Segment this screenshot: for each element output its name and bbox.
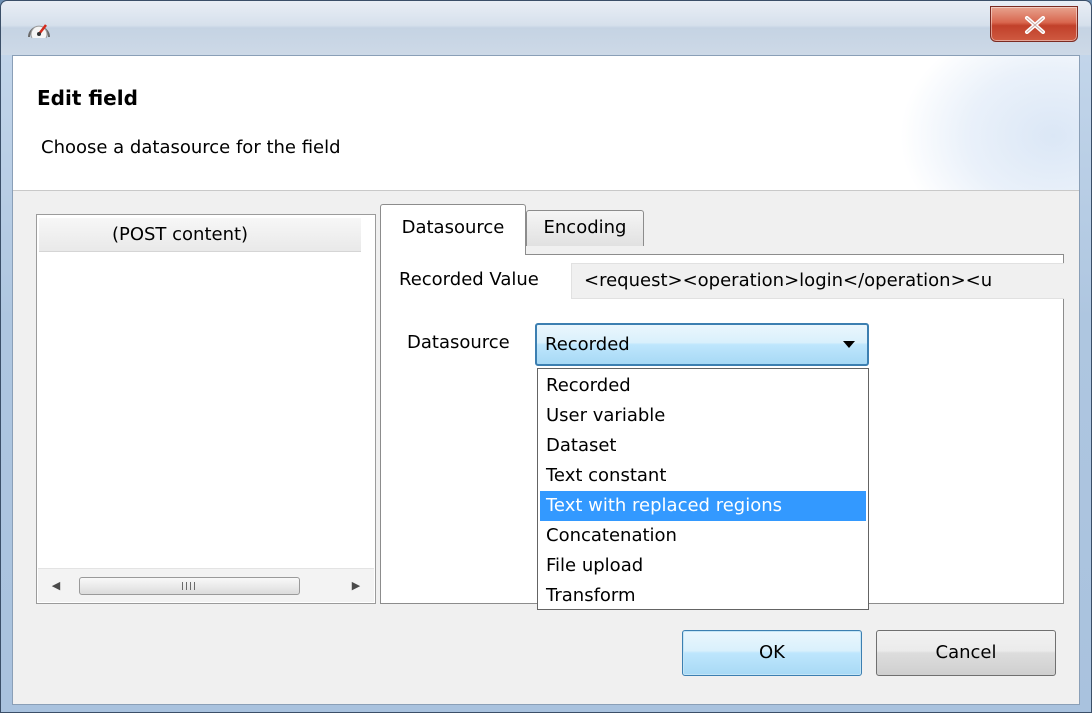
dropdown-caret-icon (843, 341, 855, 348)
dropdown-option-concatenation[interactable]: Concatenation (540, 521, 866, 551)
cancel-button[interactable]: Cancel (876, 630, 1056, 676)
header-decoration (899, 56, 1079, 190)
datasource-select[interactable]: Recorded (535, 323, 869, 366)
datasource-label: Datasource (407, 332, 510, 353)
edit-field-dialog: Edit field Choose a datasource for the f… (0, 0, 1092, 713)
horizontal-scrollbar[interactable]: ◀ ▶ (38, 568, 374, 602)
scroll-left-icon[interactable]: ◀ (50, 579, 62, 593)
dropdown-option-dataset[interactable]: Dataset (540, 431, 866, 461)
tab-datasource[interactable]: Datasource (380, 204, 526, 255)
dropdown-option-text-constant[interactable]: Text constant (540, 461, 866, 491)
dropdown-option-user-variable[interactable]: User variable (540, 401, 866, 431)
dropdown-option-text-with-replaced-regions[interactable]: Text with replaced regions (540, 491, 866, 521)
scrollbar-grip (182, 582, 198, 590)
recorded-value-label: Recorded Value (399, 269, 539, 290)
title-bar[interactable] (1, 1, 1091, 55)
dropdown-option-transform[interactable]: Transform (540, 581, 866, 611)
dialog-header: Edit field Choose a datasource for the f… (13, 56, 1079, 191)
ok-button[interactable]: OK (682, 630, 862, 676)
scroll-right-icon[interactable]: ▶ (350, 579, 362, 593)
tab-encoding[interactable]: Encoding (526, 210, 644, 246)
page-description: Choose a datasource for the field (41, 137, 341, 158)
scrollbar-thumb[interactable] (79, 577, 300, 595)
recorded-value-field[interactable]: <request><operation>login</operation><u (571, 263, 1064, 299)
app-icon (25, 17, 53, 45)
dropdown-option-recorded[interactable]: Recorded (540, 371, 866, 401)
close-button[interactable] (990, 6, 1078, 42)
datasource-selected-value: Recorded (545, 334, 630, 355)
datasource-dropdown-list[interactable]: Recorded User variable Dataset Text cons… (537, 368, 869, 610)
close-icon (1025, 16, 1045, 34)
list-item[interactable]: (POST content) (39, 218, 361, 252)
dialog-body: Edit field Choose a datasource for the f… (12, 55, 1080, 705)
field-list[interactable]: (POST content) ◀ ▶ (36, 214, 376, 604)
page-title: Edit field (37, 86, 138, 110)
dropdown-option-file-upload[interactable]: File upload (540, 551, 866, 581)
